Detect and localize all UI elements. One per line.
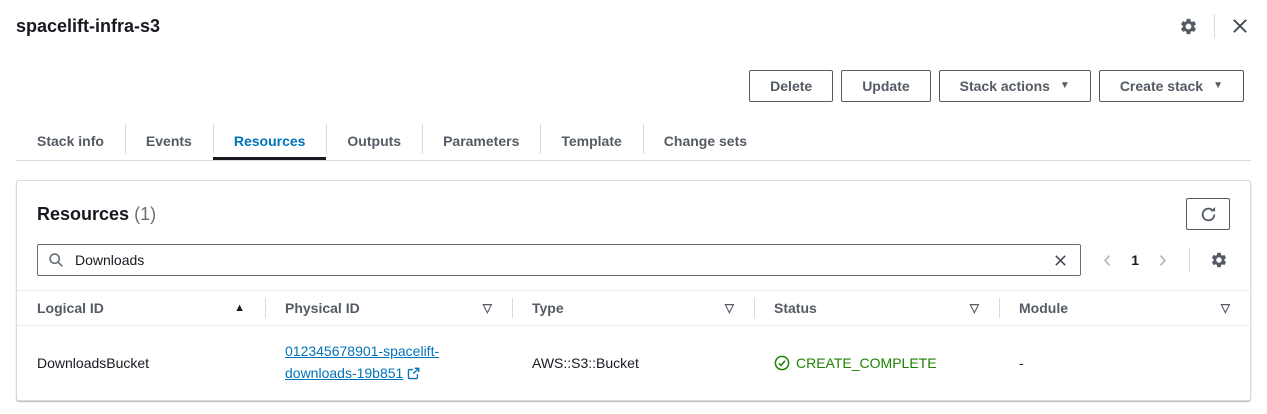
sort-icon: ▽ (483, 301, 492, 315)
tab-label: Template (561, 133, 621, 149)
tab-events[interactable]: Events (125, 121, 213, 160)
update-button[interactable]: Update (841, 70, 930, 102)
type-cell: AWS::S3::Bucket (512, 326, 754, 401)
column-header-logical-id[interactable]: Logical ID ▲ (17, 291, 265, 326)
resource-search-input[interactable] (73, 251, 1042, 269)
resource-search-box (37, 244, 1081, 276)
tab-outputs[interactable]: Outputs (326, 121, 422, 160)
resources-panel: Resources (1) 1 (16, 180, 1251, 401)
table-preferences-gear-icon[interactable] (1208, 249, 1230, 271)
sort-icon: ▽ (1221, 301, 1230, 315)
delete-button-label: Delete (770, 78, 812, 94)
column-label: Status (774, 300, 817, 316)
column-label: Type (532, 300, 564, 316)
stack-detail-tabs: Stack info Events Resources Outputs Para… (16, 121, 1251, 161)
stack-actions-label: Stack actions (960, 78, 1050, 94)
stack-actions-toolbar: Delete Update Stack actions ▼ Create sta… (0, 70, 1267, 102)
column-header-physical-id[interactable]: Physical ID ▽ (265, 291, 512, 326)
external-link-icon (407, 364, 420, 386)
status-success-icon (774, 355, 790, 371)
page-title: spacelift-infra-s3 (16, 16, 160, 37)
top-bar: spacelift-infra-s3 (0, 0, 1267, 38)
resources-table: Logical ID ▲ Physical ID ▽ Type ▽ (17, 290, 1250, 400)
close-icon[interactable] (1229, 15, 1251, 37)
sort-ascending-icon: ▲ (234, 302, 245, 314)
resources-panel-title: Resources (1) (37, 204, 156, 225)
tab-label: Resources (234, 133, 306, 149)
page-number[interactable]: 1 (1131, 252, 1139, 268)
logical-id-cell: DownloadsBucket (17, 326, 265, 401)
tab-template[interactable]: Template (540, 121, 642, 160)
table-header-row: Logical ID ▲ Physical ID ▽ Type ▽ (17, 291, 1250, 326)
resources-count: (1) (134, 204, 156, 224)
caret-down-icon: ▼ (1060, 81, 1070, 91)
tab-label: Change sets (664, 133, 747, 149)
stack-actions-dropdown[interactable]: Stack actions ▼ (939, 70, 1091, 102)
tab-stack-info[interactable]: Stack info (16, 121, 125, 160)
physical-id-cell: 012345678901-spacelift-downloads-19b851 (265, 326, 512, 401)
column-label: Physical ID (285, 300, 360, 316)
module-cell: - (999, 326, 1250, 401)
table-row: DownloadsBucket 012345678901-spacelift-d… (17, 326, 1250, 401)
tab-change-sets[interactable]: Change sets (643, 121, 768, 160)
clear-search-icon[interactable] (1051, 253, 1070, 268)
refresh-icon (1200, 206, 1217, 223)
pagination: 1 (1099, 252, 1171, 269)
topbar-divider (1214, 14, 1215, 38)
search-icon (48, 252, 64, 268)
tab-resources[interactable]: Resources (213, 121, 327, 160)
tab-parameters[interactable]: Parameters (422, 121, 540, 160)
tab-label: Events (146, 133, 192, 149)
create-stack-label: Create stack (1120, 78, 1203, 94)
column-header-status[interactable]: Status ▽ (754, 291, 999, 326)
tab-label: Parameters (443, 133, 519, 149)
status-text: CREATE_COMPLETE (796, 355, 937, 371)
column-header-module[interactable]: Module ▽ (999, 291, 1250, 326)
tab-label: Stack info (37, 133, 104, 149)
previous-page-icon[interactable] (1099, 252, 1116, 269)
controls-divider (1189, 248, 1190, 272)
create-stack-dropdown[interactable]: Create stack ▼ (1099, 70, 1244, 102)
column-label: Module (1019, 300, 1068, 316)
caret-down-icon: ▼ (1213, 81, 1223, 91)
column-header-type[interactable]: Type ▽ (512, 291, 754, 326)
sort-icon: ▽ (970, 301, 979, 315)
next-page-icon[interactable] (1154, 252, 1171, 269)
physical-id-link[interactable]: 012345678901-spacelift-downloads-19b851 (285, 343, 439, 381)
settings-gear-icon[interactable] (1177, 15, 1200, 38)
delete-button[interactable]: Delete (749, 70, 833, 102)
sort-icon: ▽ (725, 301, 734, 315)
refresh-button[interactable] (1186, 198, 1230, 230)
status-cell: CREATE_COMPLETE (754, 326, 999, 401)
update-button-label: Update (862, 78, 909, 94)
tab-label: Outputs (347, 133, 401, 149)
column-label: Logical ID (37, 300, 104, 316)
resources-title-text: Resources (37, 204, 129, 224)
